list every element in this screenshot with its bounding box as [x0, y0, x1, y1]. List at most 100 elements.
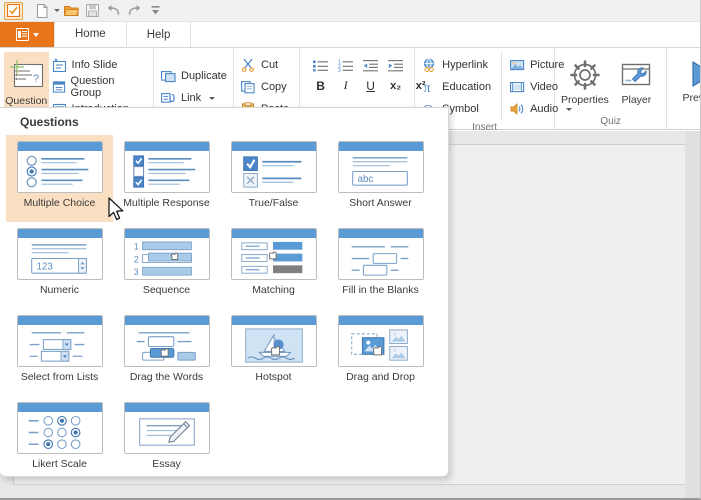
tile-essay-label: Essay	[152, 458, 181, 470]
tile-drag-and-drop[interactable]: Drag and Drop	[327, 309, 434, 396]
svg-text:3: 3	[338, 68, 341, 72]
tile-short-answer-label: Short Answer	[349, 197, 412, 209]
preview-button[interactable]: Preview	[671, 52, 700, 106]
tile-true-false-label: True/False	[248, 197, 299, 209]
subscript-button[interactable]: x₂	[387, 80, 404, 92]
increase-indent-icon[interactable]	[387, 58, 404, 73]
tile-sequence-label: Sequence	[142, 284, 191, 296]
tile-drag-the-words-label: Drag the Words	[129, 371, 204, 383]
info-slide-icon	[52, 58, 66, 72]
decrease-indent-icon[interactable]	[362, 58, 379, 73]
ribbon-group-quiz-label: Quiz	[600, 116, 621, 127]
copy-button[interactable]: Copy	[238, 76, 295, 98]
tile-matching[interactable]: Matching	[220, 222, 327, 309]
hyperlink-globe-icon	[424, 58, 435, 72]
italic-button[interactable]: I	[337, 78, 354, 93]
tile-true-false[interactable]: True/False	[220, 135, 327, 222]
tile-multiple-choice[interactable]: Multiple Choice	[6, 135, 113, 222]
gallery-title: Questions	[20, 115, 79, 129]
radio-list-thumb	[16, 141, 103, 193]
tile-select-from-lists[interactable]: Select from Lists	[6, 309, 113, 396]
info-slide-button[interactable]: Info Slide	[49, 54, 149, 76]
tab-help-label: Help	[146, 28, 171, 41]
tab-home[interactable]: Home	[54, 22, 127, 47]
player-window-wrench-icon	[622, 63, 651, 86]
svg-text:3: 3	[133, 267, 138, 277]
question-group-icon	[52, 81, 65, 93]
properties-label: Properties	[560, 94, 609, 106]
player-button[interactable]: Player	[611, 52, 663, 106]
duplicate-icon	[161, 71, 176, 83]
open-folder-icon[interactable]	[61, 2, 81, 20]
picture-icon	[510, 60, 525, 71]
tile-likert-scale[interactable]: Likert Scale	[6, 396, 113, 483]
question-group-label: Question Group	[70, 75, 115, 99]
education-pi-icon: π	[424, 81, 431, 94]
tile-select-from-lists-label: Select from Lists	[20, 371, 99, 383]
redo-arrow-icon[interactable]	[124, 2, 144, 20]
player-label: Player	[621, 94, 652, 106]
link-caret-icon[interactable]	[209, 96, 216, 100]
tile-multiple-choice-label: Multiple Choice	[23, 197, 96, 209]
underline-button[interactable]: U	[362, 79, 379, 93]
audio-label: Audio	[530, 103, 559, 115]
app-icon[interactable]	[4, 1, 23, 20]
matching-thumb	[230, 228, 317, 280]
link-button[interactable]: Link	[158, 87, 233, 109]
short-answer-thumb: abc	[337, 141, 424, 193]
duplicate-label: Duplicate	[181, 70, 227, 82]
copy-icon	[241, 81, 255, 94]
tile-numeric[interactable]: 123 Numeric	[6, 222, 113, 309]
hyperlink-button[interactable]: Hyperlink	[419, 54, 497, 76]
preview-label: Preview	[682, 92, 700, 104]
drag-drop-thumb	[337, 315, 424, 367]
hyperlink-label: Hyperlink	[442, 59, 488, 71]
link-label: Link	[181, 92, 202, 104]
tile-multiple-response-label: Multiple Response	[123, 197, 210, 209]
play-triangle-icon	[692, 61, 700, 87]
checkbox-list-thumb	[123, 141, 210, 193]
education-button[interactable]: π Education	[419, 76, 497, 98]
bulleted-list-icon[interactable]	[312, 58, 329, 73]
copy-label: Copy	[261, 81, 287, 93]
tile-drag-the-words[interactable]: Drag the Words	[113, 309, 220, 396]
question-group-button[interactable]: Question Group	[49, 75, 149, 99]
format-list-row: 123	[312, 58, 429, 73]
gallery-tiles: Multiple Choice Multiple Response True/F…	[0, 135, 448, 483]
tile-essay[interactable]: Essay	[113, 396, 220, 483]
link-icon	[161, 93, 175, 103]
likert-grid-thumb	[16, 402, 103, 454]
new-document-icon[interactable]	[32, 2, 52, 20]
new-document-caret-icon[interactable]	[54, 9, 60, 12]
svg-text:1: 1	[133, 242, 138, 252]
tile-likert-scale-label: Likert Scale	[32, 458, 87, 470]
bold-button[interactable]: B	[312, 79, 329, 93]
tile-matching-label: Matching	[252, 284, 295, 296]
question-slide-icon: ?	[10, 60, 44, 88]
ribbon-group-preview: Preview	[667, 48, 700, 129]
duplicate-button[interactable]: Duplicate	[158, 65, 233, 87]
questions-gallery-dropdown: Questions Multiple Choice Multiple Respo…	[0, 107, 449, 477]
svg-text:2: 2	[133, 254, 138, 264]
cut-button[interactable]: Cut	[238, 54, 295, 76]
file-menu-button[interactable]	[0, 22, 55, 47]
numbered-list-icon[interactable]: 123	[337, 58, 354, 73]
audio-speaker-icon	[510, 103, 524, 115]
tile-short-answer[interactable]: abc Short Answer	[327, 135, 434, 222]
vertical-scrollbar[interactable]	[685, 131, 700, 498]
tab-help[interactable]: Help	[125, 22, 192, 47]
customize-toolbar-icon[interactable]	[145, 2, 165, 20]
fill-blanks-thumb	[337, 228, 424, 280]
tab-home-label: Home	[75, 28, 106, 40]
save-disk-icon[interactable]	[82, 2, 102, 20]
quick-access-toolbar	[0, 0, 700, 22]
tile-sequence[interactable]: 1 2 3 Sequence	[113, 222, 220, 309]
tile-multiple-response[interactable]: Multiple Response	[113, 135, 220, 222]
tile-numeric-label: Numeric	[39, 284, 80, 296]
undo-arrow-icon[interactable]	[103, 2, 123, 20]
tile-fill-in-the-blanks[interactable]: Fill in the Blanks	[327, 222, 434, 309]
properties-button[interactable]: Properties	[559, 52, 611, 106]
select-lists-thumb	[16, 315, 103, 367]
tile-hotspot[interactable]: Hotspot	[220, 309, 327, 396]
svg-text:123: 123	[36, 261, 52, 272]
